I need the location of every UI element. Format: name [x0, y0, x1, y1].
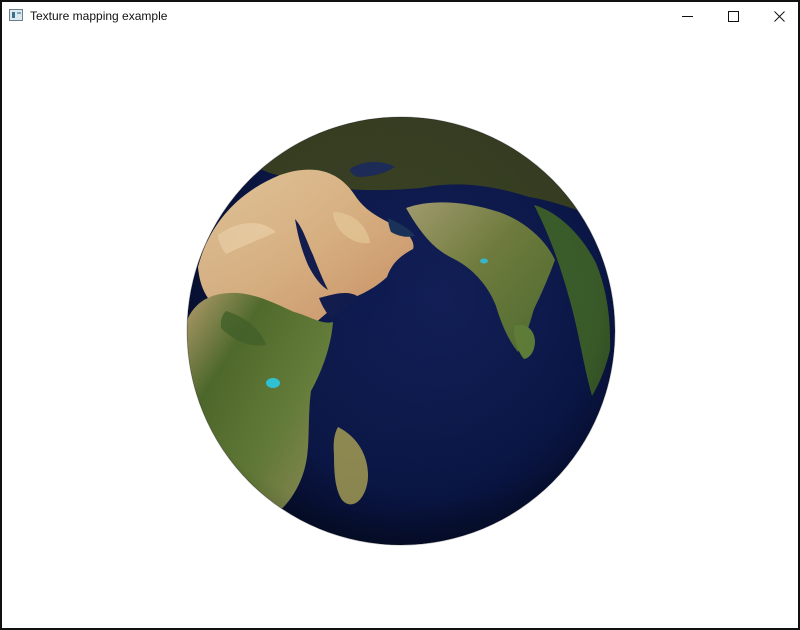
maximize-button[interactable]: [710, 2, 756, 30]
app-window-icon: [9, 9, 23, 21]
title-bar[interactable]: Texture mapping example: [2, 2, 798, 30]
window-title: Texture mapping example: [30, 9, 168, 23]
close-button[interactable]: [756, 2, 800, 30]
globe-shading: [187, 117, 615, 545]
minimize-icon: [682, 16, 693, 17]
maximize-icon: [728, 11, 739, 22]
application-window: Texture mapping example: [0, 0, 800, 630]
close-icon: [774, 11, 785, 22]
minimize-button[interactable]: [664, 2, 710, 30]
render-canvas[interactable]: [2, 30, 798, 628]
globe-render[interactable]: [2, 30, 798, 628]
